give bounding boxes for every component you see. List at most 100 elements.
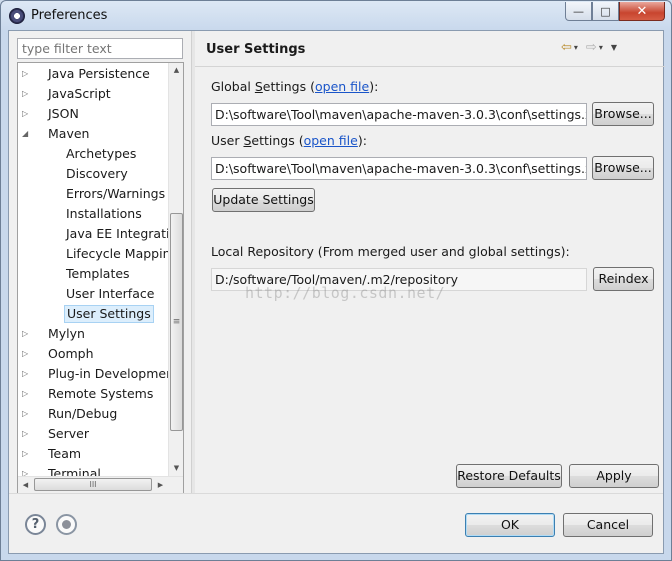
title-bar[interactable]: Preferences — □ ✕ [1,1,671,31]
filter-input[interactable] [17,38,183,59]
cancel-button[interactable]: Cancel [563,513,653,537]
apply-button[interactable]: Apply [569,464,659,488]
tree-list: ▷ Java Persistence ▷ JavaScript ▷ JSON ◢ Maven A… [18,64,183,484]
tree-item[interactable]: Templates [18,264,170,284]
global-settings-label: Global Settings (open file): [211,79,378,94]
maximize-button[interactable]: □ [592,2,619,21]
collapsed-arrow-icon[interactable]: ▷ [22,324,32,344]
label-text: ettings ( [262,79,315,94]
scroll-left-arrow-icon[interactable]: ◀ [18,477,33,493]
preferences-tree: ▷ Java Persistence ▷ JavaScript ▷ JSON ◢ Maven A… [17,62,184,494]
user-browse-button[interactable]: Browse... [592,156,654,180]
dialog-client-area: ▷ Java Persistence ▷ JavaScript ▷ JSON ◢ Maven A… [8,30,665,554]
mnemonic-letter: S [254,79,263,94]
tree-item[interactable]: ▷ Java Persistence [18,64,170,84]
back-dropdown-icon[interactable]: ▾ [574,43,578,52]
tree-item[interactable]: Archetypes [18,144,170,164]
forward-dropdown-icon[interactable]: ▾ [599,43,603,52]
tree-item[interactable]: ▷ Run/Debug [18,404,170,424]
vertical-scroll-thumb[interactable]: ≡ [170,213,183,431]
record-icon[interactable] [56,514,77,535]
tree-item-label: Templates [66,266,130,281]
collapsed-arrow-icon[interactable]: ▷ [22,344,32,364]
tree-item-label: Mylyn [48,326,85,341]
tree-item-label: Lifecycle Mappings [66,246,184,261]
scroll-right-arrow-icon[interactable]: ▶ [153,477,168,493]
forward-arrow-icon[interactable]: ⇨ [586,40,597,55]
collapsed-arrow-icon[interactable]: ▷ [22,364,32,384]
tree-item-label: Java Persistence [48,66,150,81]
collapsed-arrow-icon[interactable]: ▷ [22,104,32,124]
collapsed-arrow-icon[interactable]: ▷ [22,404,32,424]
eclipse-app-icon [9,8,25,24]
tree-item-label: Archetypes [66,146,137,161]
tree-item[interactable]: ▷ Plug-in Development [18,364,179,384]
tree-item-label: Maven [48,126,90,141]
tree-item[interactable]: ▷ JavaScript [18,84,170,104]
watermark-text: http://blog.csdn.net/ [245,284,446,302]
collapsed-arrow-icon[interactable]: ▷ [22,64,32,84]
preferences-window: Preferences — □ ✕ ▷ Java Persistence ▷ Java… [0,0,672,561]
tree-item-label: Discovery [66,166,128,181]
collapsed-arrow-icon[interactable]: ▷ [22,444,32,464]
global-browse-button[interactable]: Browse... [592,102,654,126]
tree-item[interactable]: Java EE Integration [18,224,183,244]
tree-horizontal-scrollbar[interactable]: ◀ III ▶ [18,476,183,493]
tree-item[interactable]: User Settings [18,304,170,324]
tree-item[interactable]: ◢ Maven [18,124,170,144]
tree-item-label: Errors/Warnings [66,186,166,201]
tree-item[interactable]: ▷ Team [18,444,170,464]
restore-defaults-button[interactable]: Restore Defaults [456,464,562,488]
collapsed-arrow-icon[interactable]: ▷ [22,84,32,104]
tree-item[interactable]: ▷ Server [18,424,170,444]
tree-item-label: Plug-in Development [48,366,179,381]
scroll-up-arrow-icon[interactable]: ▲ [169,63,183,78]
tree-item-label: User Settings [64,305,154,323]
page-title: User Settings [206,42,306,57]
tree-item-label: Installations [66,206,142,221]
tree-item-label: JSON [48,106,79,121]
close-button[interactable]: ✕ [619,2,665,21]
grip-icon: ≡ [172,317,181,327]
user-settings-field[interactable]: D:\software\Tool\maven\apache-maven-3.0.… [211,157,587,180]
update-settings-button[interactable]: Update Settings [212,188,315,212]
tree-item[interactable]: Errors/Warnings [18,184,170,204]
tree-item[interactable]: Installations [18,204,170,224]
user-open-file-link[interactable]: open file [304,133,358,148]
label-text: User [211,133,244,148]
horizontal-scroll-thumb[interactable]: III [34,478,152,491]
global-settings-field[interactable]: D:\software\Tool\maven\apache-maven-3.0.… [211,103,587,126]
tree-item[interactable]: ▷ Remote Systems [18,384,170,404]
tree-item-label: Remote Systems [48,386,154,401]
collapsed-arrow-icon[interactable]: ▷ [22,424,32,444]
label-text: ): [369,79,379,94]
tree-vertical-scrollbar[interactable]: ▲ ≡ ▼ [168,63,183,476]
tree-item-label: JavaScript [48,86,111,101]
label-text: Global [211,79,255,94]
help-icon[interactable]: ? [25,514,46,535]
window-controls: — □ ✕ [565,2,665,21]
tree-item-label: Team [48,446,82,461]
tree-item[interactable]: User Interface [18,284,170,304]
tree-item[interactable]: ▷ Oomph [18,344,170,364]
panel-divider[interactable] [191,31,195,493]
tree-item[interactable]: Discovery [18,164,170,184]
footer-separator [9,493,663,494]
tree-item[interactable]: Lifecycle Mappings [18,244,183,264]
back-arrow-icon[interactable]: ⇦ [561,40,572,55]
expanded-arrow-icon[interactable]: ◢ [22,124,32,144]
window-title: Preferences [31,8,108,23]
tree-item-label: Run/Debug [48,406,118,421]
view-menu-icon[interactable]: ▼ [611,43,617,52]
scroll-down-arrow-icon[interactable]: ▼ [169,461,183,476]
ok-button[interactable]: OK [465,513,555,537]
tree-item[interactable]: ▷ Mylyn [18,324,170,344]
global-open-file-link[interactable]: open file [315,79,369,94]
reindex-button[interactable]: Reindex [593,267,654,291]
tree-item[interactable]: ▷ JSON [18,104,170,124]
user-settings-label: User Settings (open file): [211,133,367,148]
page-navigation: ⇦ ▾ ⇨ ▾ ▼ [561,40,623,55]
tree-item-label: User Interface [66,286,155,301]
collapsed-arrow-icon[interactable]: ▷ [22,384,32,404]
minimize-button[interactable]: — [565,2,592,21]
